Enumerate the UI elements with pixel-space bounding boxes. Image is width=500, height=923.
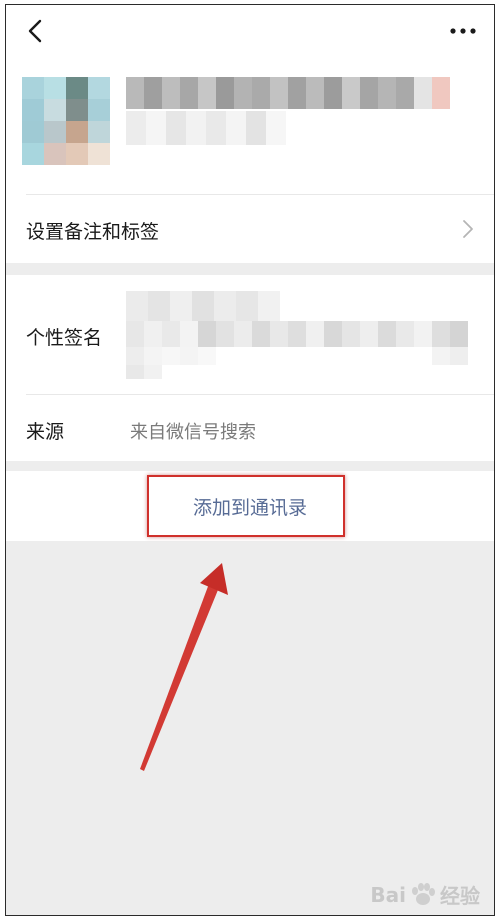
source-row: 来源 来自微信号搜索 <box>6 395 494 461</box>
profile-header <box>6 57 494 195</box>
phone-screen: 设置备注和标签 个性签名 来源 来自微信号搜索 添加到通讯录 Bai 经验 <box>5 4 495 916</box>
wechat-id-blurred <box>126 111 286 145</box>
signature-label: 个性签名 <box>26 327 103 349</box>
remark-tags-label: 设置备注和标签 <box>26 221 160 243</box>
paw-icon <box>412 882 435 905</box>
signature-row: 个性签名 <box>6 275 494 395</box>
chevron-left-icon[interactable] <box>22 17 50 45</box>
source-label: 来源 <box>26 421 65 443</box>
nickname-blurred <box>126 77 450 109</box>
annotation-arrow-icon <box>140 563 228 771</box>
source-value: 来自微信号搜索 <box>130 422 256 443</box>
signature-blurred <box>126 291 468 379</box>
remark-tags-row[interactable]: 设置备注和标签 <box>6 195 494 263</box>
avatar[interactable] <box>22 77 110 165</box>
chevron-right-icon <box>463 220 473 238</box>
watermark-suffix: 经验 <box>440 884 480 908</box>
top-bar <box>6 5 494 57</box>
watermark-brand: Bai <box>370 882 406 907</box>
baidu-watermark: Bai 经验 <box>370 880 480 909</box>
annotation-highlight-box <box>147 475 345 537</box>
more-dots-icon[interactable] <box>448 19 478 43</box>
